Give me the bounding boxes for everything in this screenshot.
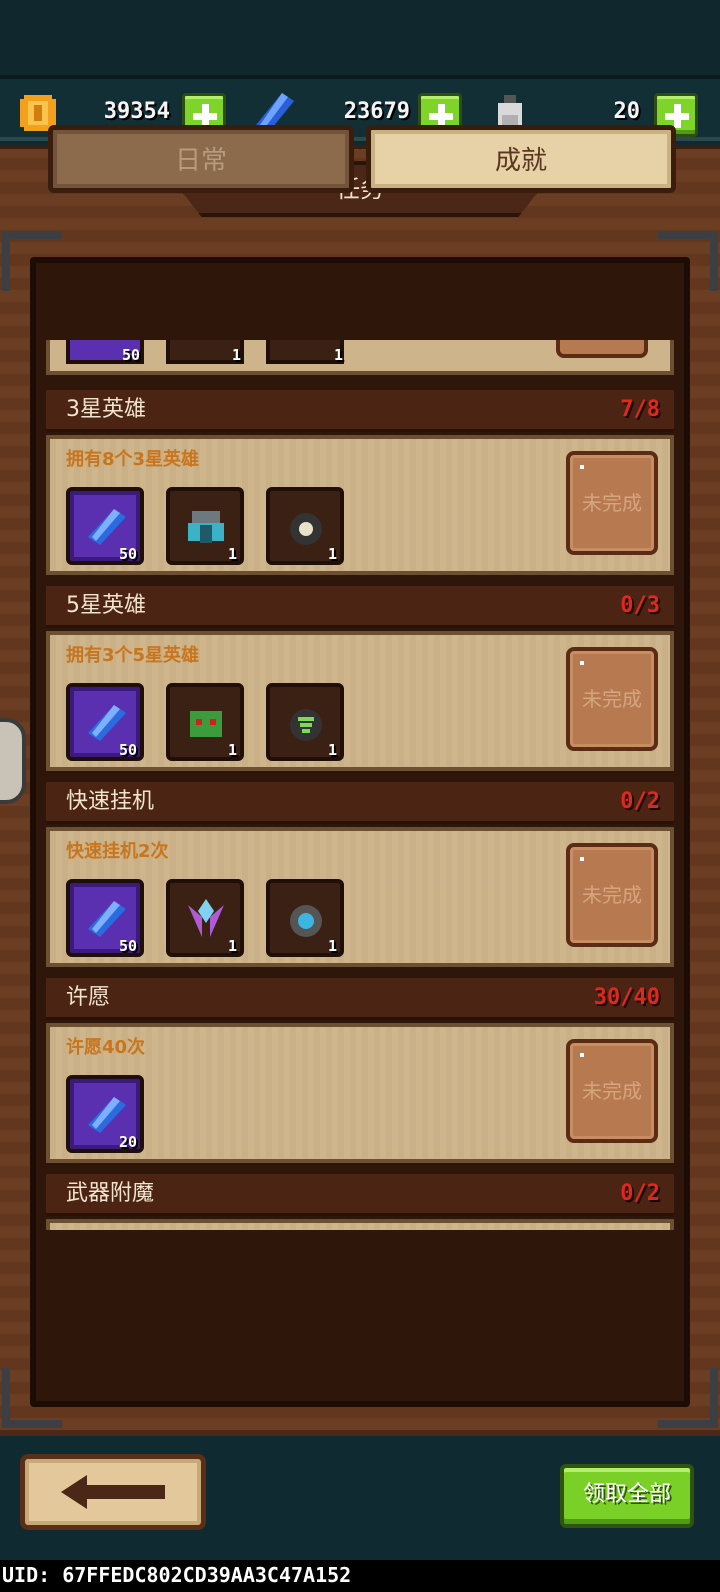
gem-value: 23679 <box>343 99 410 124</box>
achievement-section: 3星英雄 7/8 拥有8个3星英雄 50 1 1 未完成 <box>46 390 674 580</box>
reward-qty: 1 <box>334 346 344 364</box>
section-body: 武器附魔2次211未完成 <box>46 1219 674 1230</box>
section-title: 5星英雄 <box>66 593 146 618</box>
reward-item[interactable]: 1 <box>266 879 344 957</box>
reward-qty: 50 <box>122 346 141 364</box>
winged-crystal-icon <box>188 899 224 937</box>
status-strip <box>0 0 720 75</box>
reward-item[interactable]: 1 <box>266 487 344 565</box>
section-title: 许愿 <box>66 985 111 1010</box>
section-progress: 0/2 <box>620 789 660 814</box>
section-description: 快速挂机2次 <box>66 841 169 862</box>
reward-qty: 50 <box>118 741 137 759</box>
reward-item[interactable]: 50 <box>66 487 144 565</box>
incomplete-status-button[interactable]: 未完成 <box>566 1039 658 1143</box>
section-header: 武器附魔 0/2 <box>46 1174 674 1216</box>
section-progress: 0/2 <box>620 1181 660 1206</box>
reward-qty: 1 <box>327 545 337 563</box>
achievement-section: 武器附魔 0/2 武器附魔2次211未完成 <box>46 1174 674 1230</box>
reward-qty: 1 <box>327 741 337 759</box>
reward-qty: 20 <box>118 1133 137 1151</box>
reward-item[interactable]: 50 <box>66 683 144 761</box>
reward-qty: 1 <box>232 346 242 364</box>
back-button[interactable] <box>20 1454 206 1530</box>
section-progress: 0/3 <box>620 593 660 618</box>
reward-qty: 1 <box>227 545 237 563</box>
blue-gem-icon <box>88 705 126 741</box>
armor-icon <box>188 511 224 543</box>
section-description: 许愿40次 <box>66 1037 146 1058</box>
reward-item[interactable]: 1 <box>166 683 244 761</box>
reward-item[interactable]: 50 <box>66 879 144 957</box>
achievement-section: 许愿 30/40 许愿40次 20 未完成 <box>46 978 674 1168</box>
back-arrow-icon <box>61 1475 165 1509</box>
reward-qty: 1 <box>227 937 237 955</box>
incomplete-status-button[interactable]: 未完成 <box>566 451 658 555</box>
section-progress: 30/40 <box>593 985 660 1010</box>
section-body: 许愿40次 20 未完成 <box>46 1023 674 1163</box>
section-description: 拥有8个3星英雄 <box>66 449 200 470</box>
section-header: 3星英雄 7/8 <box>46 390 674 432</box>
blue-gem-icon <box>88 1097 126 1133</box>
section-header: 快速挂机 0/2 <box>46 782 674 824</box>
tab-daily[interactable]: 日常 <box>48 125 354 193</box>
blue-gem-icon <box>88 901 126 937</box>
incomplete-status-button[interactable]: 未完成 <box>566 647 658 751</box>
achievement-section: 5星英雄 0/3 拥有3个5星英雄 50 1 1 未完成 <box>46 586 674 776</box>
partial-achievement: 50 1 1 <box>46 340 674 375</box>
reward-item[interactable]: 20 <box>66 1075 144 1153</box>
section-body: 拥有3个5星英雄 50 1 1 未完成 <box>46 631 674 771</box>
spider-stone-icon <box>290 513 322 545</box>
bottle-value: 20 <box>613 99 641 124</box>
reward-qty: 1 <box>327 937 337 955</box>
reward-item[interactable]: 1 <box>266 683 344 761</box>
gold-value: 39354 <box>103 99 170 124</box>
green-orb-icon <box>290 709 322 741</box>
bottom-bar: 领取全部 <box>0 1430 720 1550</box>
collect-all-button[interactable]: 领取全部 <box>560 1464 694 1528</box>
status-button[interactable] <box>556 340 648 358</box>
achievement-list[interactable]: 50 1 1 3星英雄 7/8 拥有8个3星英雄 50 1 1 未完成 5星英雄 0/3 拥有3个… <box>46 200 674 1230</box>
section-body: 拥有8个3星英雄 50 1 1 未完成 <box>46 435 674 575</box>
reward-icon <box>266 340 344 364</box>
section-title: 武器附魔 <box>66 1181 155 1206</box>
incomplete-status-button[interactable]: 未完成 <box>566 843 658 947</box>
section-header: 5星英雄 0/3 <box>46 586 674 628</box>
side-character-peek <box>0 718 26 804</box>
goblin-head-icon <box>190 711 222 737</box>
corner-ornament <box>2 1368 62 1428</box>
reward-qty: 50 <box>118 545 137 563</box>
uid-label: UID: 67FFEDC802CD39AA3C47A152 <box>0 1560 720 1592</box>
section-title: 3星英雄 <box>66 397 146 422</box>
reward-qty: 50 <box>118 937 137 955</box>
section-progress: 7/8 <box>620 397 660 422</box>
reward-qty: 1 <box>227 741 237 759</box>
reward-item[interactable]: 1 <box>166 879 244 957</box>
reward-item[interactable]: 1 <box>166 487 244 565</box>
section-description: 拥有3个5星英雄 <box>66 645 200 666</box>
achievement-section: 快速挂机 0/2 快速挂机2次 50 1 1 未完成 <box>46 782 674 972</box>
section-description: 武器附魔2次 <box>66 1229 169 1230</box>
corner-ornament <box>658 1368 718 1428</box>
blue-gem-icon <box>88 509 126 545</box>
section-title: 快速挂机 <box>66 789 155 814</box>
tab-achievements[interactable]: 成就 <box>366 125 676 193</box>
section-header: 许愿 30/40 <box>46 978 674 1020</box>
section-body: 快速挂机2次 50 1 1 未完成 <box>46 827 674 967</box>
blue-drop-stone-icon <box>290 905 322 937</box>
